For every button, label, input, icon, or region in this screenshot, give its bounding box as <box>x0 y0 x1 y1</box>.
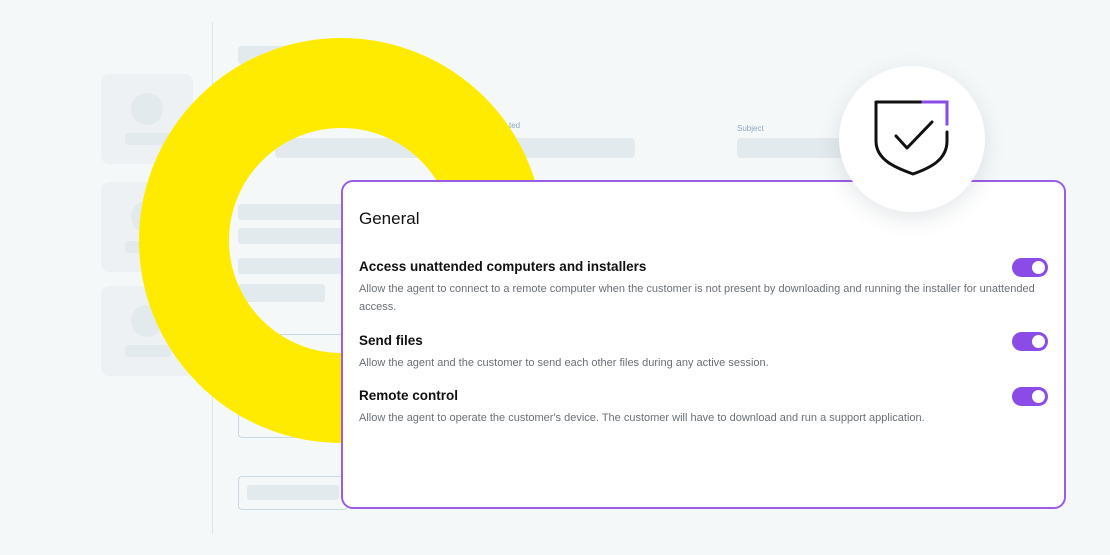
security-badge <box>839 66 985 212</box>
avatar <box>131 93 163 125</box>
toggle-knob <box>1032 390 1045 403</box>
contact-name-placeholder <box>125 345 171 357</box>
subject-field-placeholder <box>737 138 847 158</box>
setting-description: Allow the agent and the customer to send… <box>359 357 769 369</box>
remote-control-toggle[interactable] <box>1012 387 1048 406</box>
shield-check-icon <box>874 100 949 176</box>
toggle-knob <box>1032 335 1045 348</box>
setting-description: Allow the agent to operate the customer'… <box>359 412 925 424</box>
panel-title: General <box>359 209 420 228</box>
background-input <box>238 476 348 510</box>
setting-remote-control: Remote control Allow the agent to operat… <box>359 388 1049 427</box>
setting-title: Send files <box>359 333 423 348</box>
setting-title: Access unattended computers and installe… <box>359 259 647 274</box>
input-placeholder <box>247 485 339 500</box>
setting-description: Allow the agent to connect to a remote c… <box>359 283 1035 313</box>
send-files-toggle[interactable] <box>1012 332 1048 351</box>
unattended-access-toggle[interactable] <box>1012 258 1048 277</box>
toggle-knob <box>1032 261 1045 274</box>
column-label: Subject <box>737 124 764 133</box>
general-settings-panel: General Access unattended computers and … <box>341 180 1066 509</box>
setting-unattended-access: Access unattended computers and installe… <box>359 259 1049 316</box>
setting-send-files: Send files Allow the agent and the custo… <box>359 333 1049 372</box>
setting-title: Remote control <box>359 388 459 403</box>
